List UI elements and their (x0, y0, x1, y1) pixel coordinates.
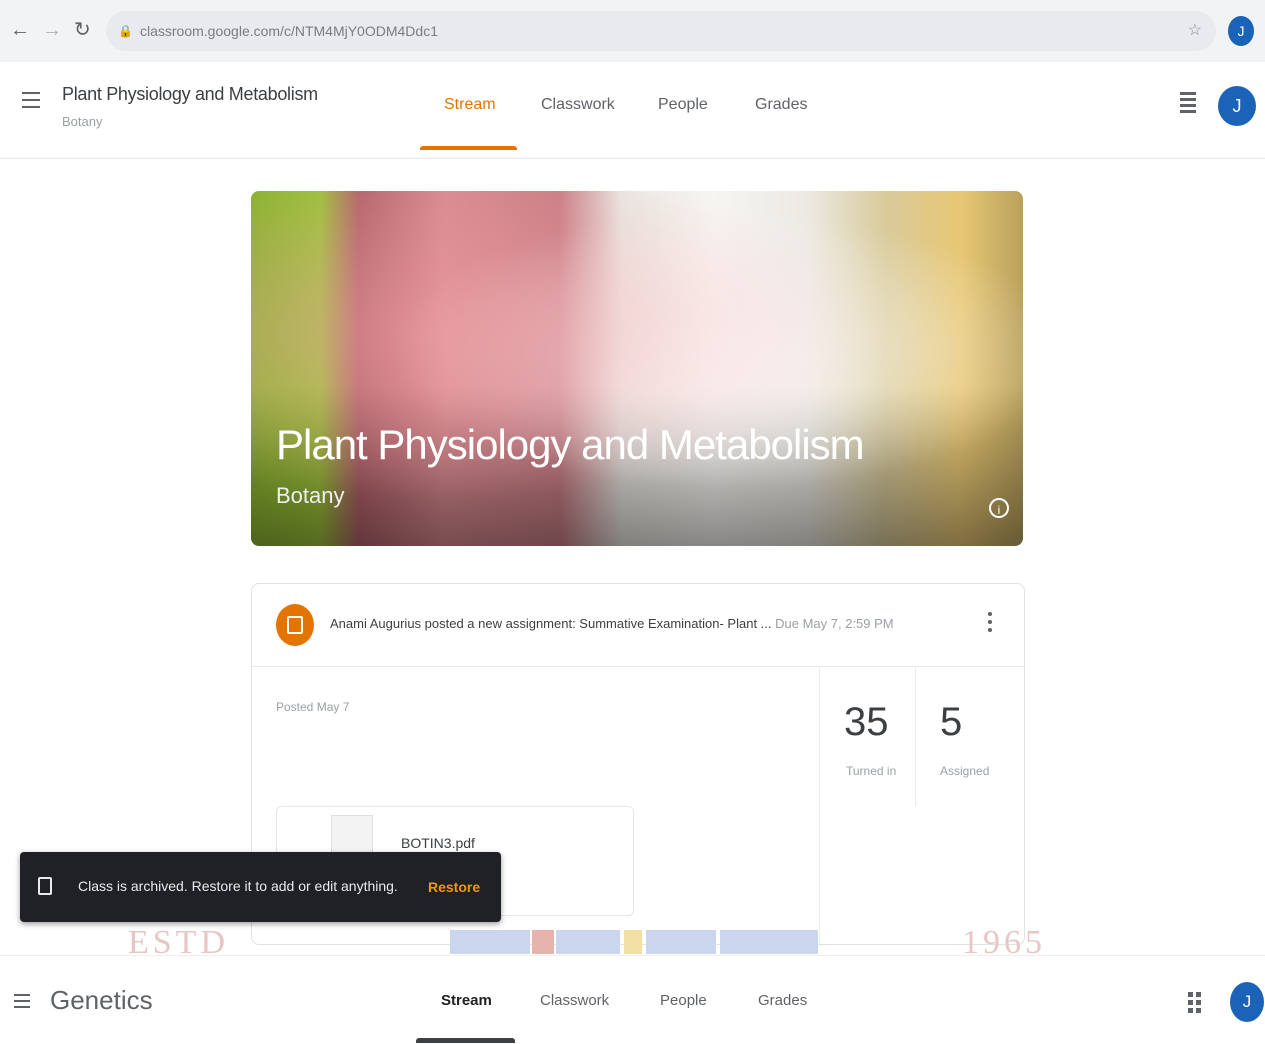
assignment-stats: 35 Turned in 5 Assigned (819, 666, 1025, 944)
turned-in-count[interactable]: 35 (844, 700, 889, 745)
assigned-count[interactable]: 5 (940, 700, 962, 745)
class-header: Plant Physiology and Metabolism Botany S… (0, 62, 1265, 159)
deco-block (450, 930, 530, 954)
active-tab-indicator (420, 146, 517, 150)
post-header[interactable]: Anami Augurius posted a new assignment: … (252, 584, 1024, 667)
back-icon[interactable]: ← (10, 18, 30, 42)
deco-block (532, 930, 554, 954)
deco-block (556, 930, 620, 954)
account-avatar[interactable]: J (1230, 982, 1264, 1022)
lock-icon: 🔒 (118, 24, 133, 38)
class-banner: Plant Physiology and Metabolism Botany i (251, 191, 1023, 546)
archived-snackbar: Class is archived. Restore it to add or … (20, 852, 501, 922)
tab-stream[interactable]: Stream (444, 96, 496, 114)
tab-people[interactable]: People (658, 96, 708, 114)
class-section: Botany (62, 114, 103, 129)
deco-block (720, 930, 818, 954)
banner-title: Plant Physiology and Metabolism (276, 421, 865, 468)
apps-icon[interactable] (1188, 992, 1208, 1013)
tab-grades[interactable]: Grades (755, 96, 807, 114)
browser-toolbar: ← → ↻ 🔒 classroom.google.com/c/NTM4MjY0O… (0, 0, 1265, 63)
post-date: Due May 7, 2:59 PM (775, 616, 894, 631)
main-menu-icon[interactable] (14, 994, 30, 1008)
class-title[interactable]: Plant Physiology and Metabolism (62, 84, 318, 105)
assignment-icon (276, 604, 314, 646)
decorative-strip: ESTD 1965 (0, 928, 1265, 954)
posted-date: Posted May 7 (276, 700, 350, 714)
attachment-name: BOTIN3.pdf (401, 835, 475, 851)
tab-people[interactable]: People (660, 992, 707, 1009)
estd-text: ESTD (128, 928, 229, 954)
attachment-thumbnail (331, 815, 373, 853)
account-avatar[interactable]: J (1218, 86, 1256, 126)
banner-image (251, 191, 1023, 546)
info-icon[interactable]: i (989, 498, 1009, 518)
active-tab-indicator (416, 1038, 515, 1043)
forward-icon[interactable]: → (42, 18, 62, 42)
restore-button[interactable]: Restore (428, 879, 480, 895)
archive-icon (38, 877, 52, 895)
reload-icon[interactable]: ↻ (74, 18, 91, 42)
address-bar[interactable]: 🔒 classroom.google.com/c/NTM4MjY0ODM4Ddc… (106, 11, 1216, 51)
tab-classwork[interactable]: Classwork (541, 96, 615, 114)
assigned-label: Assigned (940, 764, 990, 778)
url-text: classroom.google.com/c/NTM4MjY0ODM4Ddc1 (140, 23, 438, 39)
deco-block (624, 930, 642, 954)
main-menu-icon[interactable] (22, 92, 40, 108)
apps-icon[interactable] (1180, 92, 1196, 116)
class-title-genetics[interactable]: Genetics (50, 985, 153, 1016)
bookmark-star-icon[interactable]: ☆ (1188, 11, 1202, 51)
banner-subtitle: Botany (276, 483, 345, 508)
class-header-genetics: Genetics Stream Classwork People Grades … (0, 955, 1265, 1044)
year-text: 1965 (962, 928, 1046, 954)
deco-block (646, 930, 716, 954)
tab-grades[interactable]: Grades (758, 992, 807, 1009)
tab-classwork[interactable]: Classwork (540, 992, 609, 1009)
more-options-icon[interactable] (988, 612, 992, 636)
browser-profile-avatar[interactable]: J (1228, 16, 1254, 46)
snackbar-message: Class is archived. Restore it to add or … (78, 878, 398, 894)
post-text: Anami Augurius posted a new assignment: … (330, 616, 772, 631)
turned-in-label: Turned in (846, 764, 897, 778)
stats-divider (915, 666, 916, 806)
tab-stream[interactable]: Stream (441, 992, 492, 1009)
post-summary: Anami Augurius posted a new assignment: … (330, 616, 894, 631)
